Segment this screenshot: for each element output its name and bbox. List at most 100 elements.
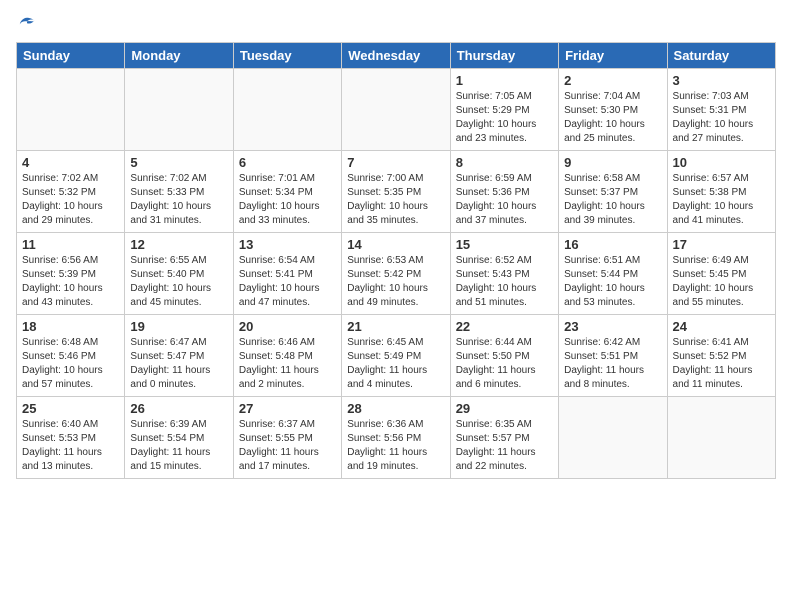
day-info: Sunrise: 6:44 AMSunset: 5:50 PMDaylight:… bbox=[456, 336, 553, 392]
calendar-week-row: 1 Sunrise: 7:05 AMSunset: 5:29 PMDaylight… bbox=[17, 69, 776, 151]
day-number: 25 bbox=[22, 401, 119, 416]
day-number: 8 bbox=[456, 155, 553, 170]
logo bbox=[16, 16, 36, 34]
weekday-header-wednesday: Wednesday bbox=[342, 43, 450, 69]
day-info: Sunrise: 6:49 AMSunset: 5:45 PMDaylight:… bbox=[673, 254, 770, 310]
day-info: Sunrise: 6:45 AMSunset: 5:49 PMDaylight:… bbox=[347, 336, 444, 392]
day-number: 9 bbox=[564, 155, 661, 170]
day-info: Sunrise: 6:55 AMSunset: 5:40 PMDaylight:… bbox=[130, 254, 227, 310]
calendar-cell: 15 Sunrise: 6:52 AMSunset: 5:43 PMDayligh… bbox=[450, 233, 558, 315]
calendar-cell: 21 Sunrise: 6:45 AMSunset: 5:49 PMDayligh… bbox=[342, 315, 450, 397]
calendar-cell bbox=[667, 397, 775, 479]
calendar-cell: 3 Sunrise: 7:03 AMSunset: 5:31 PMDaylight… bbox=[667, 69, 775, 151]
day-info: Sunrise: 6:40 AMSunset: 5:53 PMDaylight:… bbox=[22, 418, 119, 474]
calendar-cell: 23 Sunrise: 6:42 AMSunset: 5:51 PMDayligh… bbox=[559, 315, 667, 397]
calendar-cell: 25 Sunrise: 6:40 AMSunset: 5:53 PMDayligh… bbox=[17, 397, 125, 479]
calendar-cell: 8Sunrise: 6:59 AMSunset: 5:36 PMDaylight… bbox=[450, 151, 558, 233]
day-info: Sunrise: 6:42 AMSunset: 5:51 PMDaylight:… bbox=[564, 336, 661, 392]
day-info: Sunrise: 7:01 AMSunset: 5:34 PMDaylight:… bbox=[239, 172, 336, 228]
day-number: 14 bbox=[347, 237, 444, 252]
day-info: Sunrise: 6:57 AMSunset: 5:38 PMDaylight:… bbox=[673, 172, 770, 228]
day-number: 20 bbox=[239, 319, 336, 334]
day-number: 7 bbox=[347, 155, 444, 170]
calendar-cell: 29Sunrise: 6:35 AMSunset: 5:57 PMDayligh… bbox=[450, 397, 558, 479]
calendar-header-row: SundayMondayTuesdayWednesdayThursdayFrid… bbox=[17, 43, 776, 69]
page-header bbox=[16, 16, 776, 34]
weekday-header-saturday: Saturday bbox=[667, 43, 775, 69]
calendar-cell: 22 Sunrise: 6:44 AMSunset: 5:50 PMDayligh… bbox=[450, 315, 558, 397]
day-info: Sunrise: 7:00 AMSunset: 5:35 PMDaylight:… bbox=[347, 172, 444, 228]
day-info: Sunrise: 6:52 AMSunset: 5:43 PMDaylight:… bbox=[456, 254, 553, 310]
day-number: 3 bbox=[673, 73, 770, 88]
calendar-cell: 12 Sunrise: 6:55 AMSunset: 5:40 PMDayligh… bbox=[125, 233, 233, 315]
calendar-cell bbox=[559, 397, 667, 479]
calendar-cell: 27Sunrise: 6:37 AMSunset: 5:55 PMDayligh… bbox=[233, 397, 341, 479]
day-number: 1 bbox=[456, 73, 553, 88]
calendar-cell: 10 Sunrise: 6:57 AMSunset: 5:38 PMDayligh… bbox=[667, 151, 775, 233]
calendar-cell bbox=[233, 69, 341, 151]
weekday-header-monday: Monday bbox=[125, 43, 233, 69]
calendar-cell bbox=[125, 69, 233, 151]
day-number: 12 bbox=[130, 237, 227, 252]
calendar-week-row: 4 Sunrise: 7:02 AMSunset: 5:32 PMDaylight… bbox=[17, 151, 776, 233]
calendar-cell: 1 Sunrise: 7:05 AMSunset: 5:29 PMDaylight… bbox=[450, 69, 558, 151]
calendar-cell: 16Sunrise: 6:51 AMSunset: 5:44 PMDayligh… bbox=[559, 233, 667, 315]
day-number: 17 bbox=[673, 237, 770, 252]
day-info: Sunrise: 6:35 AMSunset: 5:57 PMDaylight:… bbox=[456, 418, 553, 474]
calendar-cell: 17 Sunrise: 6:49 AMSunset: 5:45 PMDayligh… bbox=[667, 233, 775, 315]
calendar-cell: 2 Sunrise: 7:04 AMSunset: 5:30 PMDaylight… bbox=[559, 69, 667, 151]
day-info: Sunrise: 7:02 AMSunset: 5:32 PMDaylight:… bbox=[22, 172, 119, 228]
calendar-table: SundayMondayTuesdayWednesdayThursdayFrid… bbox=[16, 42, 776, 479]
day-info: Sunrise: 6:46 AMSunset: 5:48 PMDaylight:… bbox=[239, 336, 336, 392]
day-info: Sunrise: 6:54 AMSunset: 5:41 PMDaylight:… bbox=[239, 254, 336, 310]
day-number: 28 bbox=[347, 401, 444, 416]
day-number: 18 bbox=[22, 319, 119, 334]
calendar-cell: 4 Sunrise: 7:02 AMSunset: 5:32 PMDaylight… bbox=[17, 151, 125, 233]
day-number: 2 bbox=[564, 73, 661, 88]
day-number: 15 bbox=[456, 237, 553, 252]
calendar-week-row: 18 Sunrise: 6:48 AMSunset: 5:46 PMDayligh… bbox=[17, 315, 776, 397]
calendar-cell: 9Sunrise: 6:58 AMSunset: 5:37 PMDaylight… bbox=[559, 151, 667, 233]
calendar-cell: 13 Sunrise: 6:54 AMSunset: 5:41 PMDayligh… bbox=[233, 233, 341, 315]
calendar-cell: 7 Sunrise: 7:00 AMSunset: 5:35 PMDaylight… bbox=[342, 151, 450, 233]
calendar-cell bbox=[342, 69, 450, 151]
day-number: 27 bbox=[239, 401, 336, 416]
day-number: 4 bbox=[22, 155, 119, 170]
day-number: 10 bbox=[673, 155, 770, 170]
day-info: Sunrise: 6:47 AMSunset: 5:47 PMDaylight:… bbox=[130, 336, 227, 392]
day-info: Sunrise: 6:48 AMSunset: 5:46 PMDaylight:… bbox=[22, 336, 119, 392]
calendar-cell: 26Sunrise: 6:39 AMSunset: 5:54 PMDayligh… bbox=[125, 397, 233, 479]
day-info: Sunrise: 7:04 AMSunset: 5:30 PMDaylight:… bbox=[564, 90, 661, 146]
calendar-cell: 24Sunrise: 6:41 AMSunset: 5:52 PMDayligh… bbox=[667, 315, 775, 397]
day-number: 24 bbox=[673, 319, 770, 334]
day-number: 23 bbox=[564, 319, 661, 334]
day-info: Sunrise: 6:56 AMSunset: 5:39 PMDaylight:… bbox=[22, 254, 119, 310]
calendar-week-row: 25 Sunrise: 6:40 AMSunset: 5:53 PMDayligh… bbox=[17, 397, 776, 479]
weekday-header-thursday: Thursday bbox=[450, 43, 558, 69]
calendar-cell: 6 Sunrise: 7:01 AMSunset: 5:34 PMDaylight… bbox=[233, 151, 341, 233]
day-info: Sunrise: 7:03 AMSunset: 5:31 PMDaylight:… bbox=[673, 90, 770, 146]
weekday-header-tuesday: Tuesday bbox=[233, 43, 341, 69]
day-number: 21 bbox=[347, 319, 444, 334]
calendar-cell: 14 Sunrise: 6:53 AMSunset: 5:42 PMDayligh… bbox=[342, 233, 450, 315]
calendar-cell bbox=[17, 69, 125, 151]
calendar-cell: 28 Sunrise: 6:36 AMSunset: 5:56 PMDayligh… bbox=[342, 397, 450, 479]
day-info: Sunrise: 6:36 AMSunset: 5:56 PMDaylight:… bbox=[347, 418, 444, 474]
day-info: Sunrise: 6:51 AMSunset: 5:44 PMDaylight:… bbox=[564, 254, 661, 310]
weekday-header-sunday: Sunday bbox=[17, 43, 125, 69]
day-number: 5 bbox=[130, 155, 227, 170]
day-number: 6 bbox=[239, 155, 336, 170]
calendar-cell: 5Sunrise: 7:02 AMSunset: 5:33 PMDaylight… bbox=[125, 151, 233, 233]
day-number: 22 bbox=[456, 319, 553, 334]
logo-bird-icon bbox=[18, 16, 36, 34]
calendar-cell: 20 Sunrise: 6:46 AMSunset: 5:48 PMDayligh… bbox=[233, 315, 341, 397]
calendar-cell: 11 Sunrise: 6:56 AMSunset: 5:39 PMDayligh… bbox=[17, 233, 125, 315]
day-number: 11 bbox=[22, 237, 119, 252]
calendar-cell: 18 Sunrise: 6:48 AMSunset: 5:46 PMDayligh… bbox=[17, 315, 125, 397]
day-number: 13 bbox=[239, 237, 336, 252]
calendar-cell: 19 Sunrise: 6:47 AMSunset: 5:47 PMDayligh… bbox=[125, 315, 233, 397]
day-info: Sunrise: 7:05 AMSunset: 5:29 PMDaylight:… bbox=[456, 90, 553, 146]
day-number: 26 bbox=[130, 401, 227, 416]
day-number: 19 bbox=[130, 319, 227, 334]
day-info: Sunrise: 6:53 AMSunset: 5:42 PMDaylight:… bbox=[347, 254, 444, 310]
